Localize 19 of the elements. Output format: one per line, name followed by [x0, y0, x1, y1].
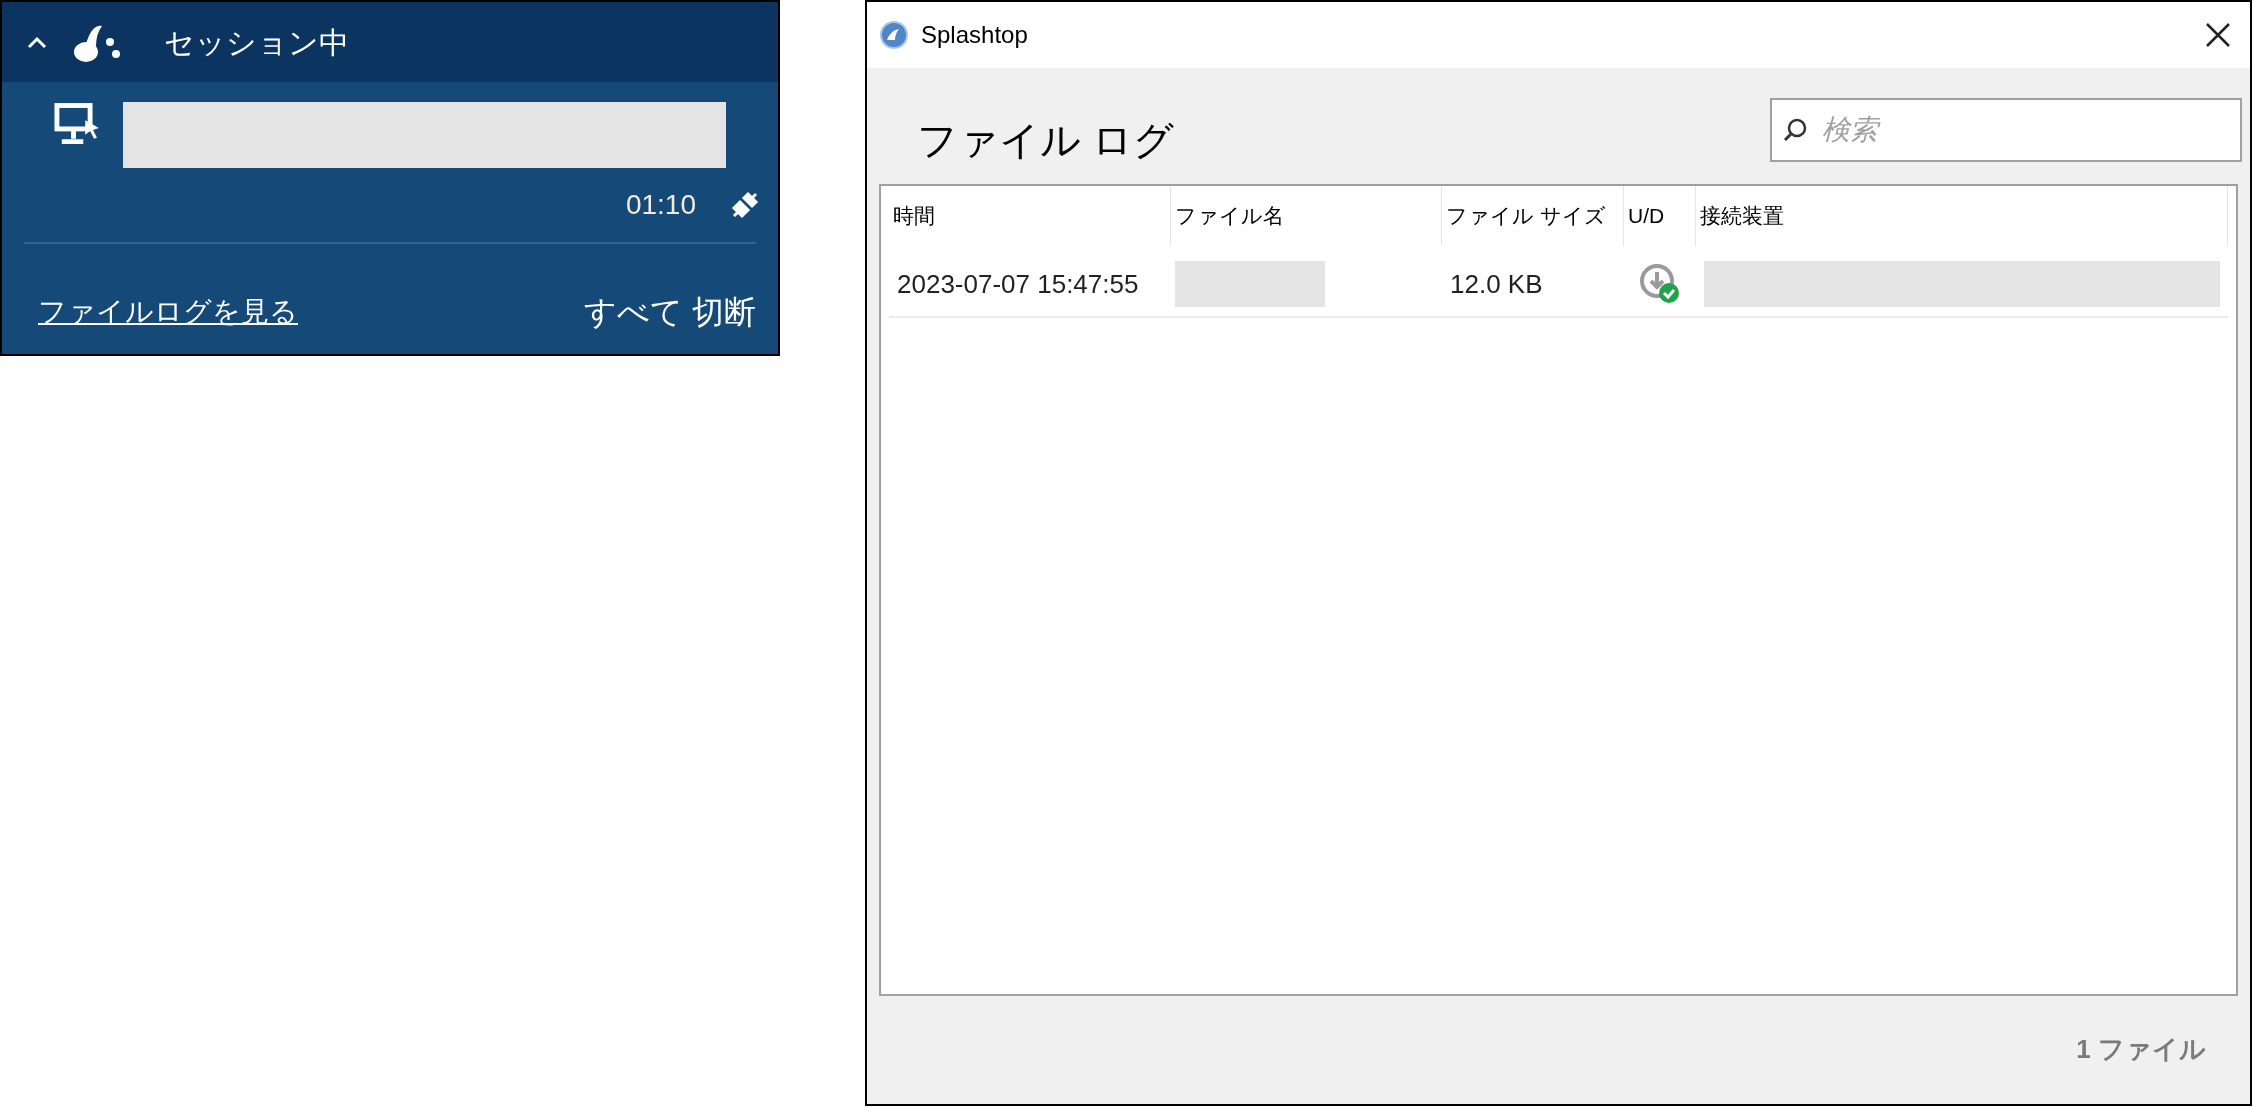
column-header[interactable]: ファイル名: [1171, 186, 1442, 246]
disconnect-all-button[interactable]: すべて 切断: [584, 288, 756, 336]
file-log-link[interactable]: ファイルログを見る: [38, 291, 298, 333]
column-header[interactable]: U/D: [1624, 186, 1696, 246]
table-cell-text: 2023-07-07 15:47:55: [896, 267, 1140, 301]
column-header[interactable]: 接続装置: [1696, 186, 2228, 246]
collapse-icon[interactable]: [26, 35, 48, 49]
search-field[interactable]: 検索: [1770, 98, 2242, 162]
file-count: 1 ファイル: [2076, 1033, 2206, 1066]
close-icon: [2205, 22, 2231, 48]
search-icon: [1782, 117, 1808, 143]
session-time: 01:10: [625, 188, 696, 222]
table-cell-text: 12.0 KB: [1449, 267, 1544, 301]
window-title: Splashtop: [921, 20, 1029, 50]
page-heading: ファイル ログ: [917, 120, 1175, 160]
column-header[interactable]: 時間: [889, 186, 1171, 246]
app-icon: [879, 20, 909, 50]
column-header[interactable]: ファイル サイズ: [1442, 186, 1624, 246]
panel-title: セッション中: [164, 24, 349, 61]
